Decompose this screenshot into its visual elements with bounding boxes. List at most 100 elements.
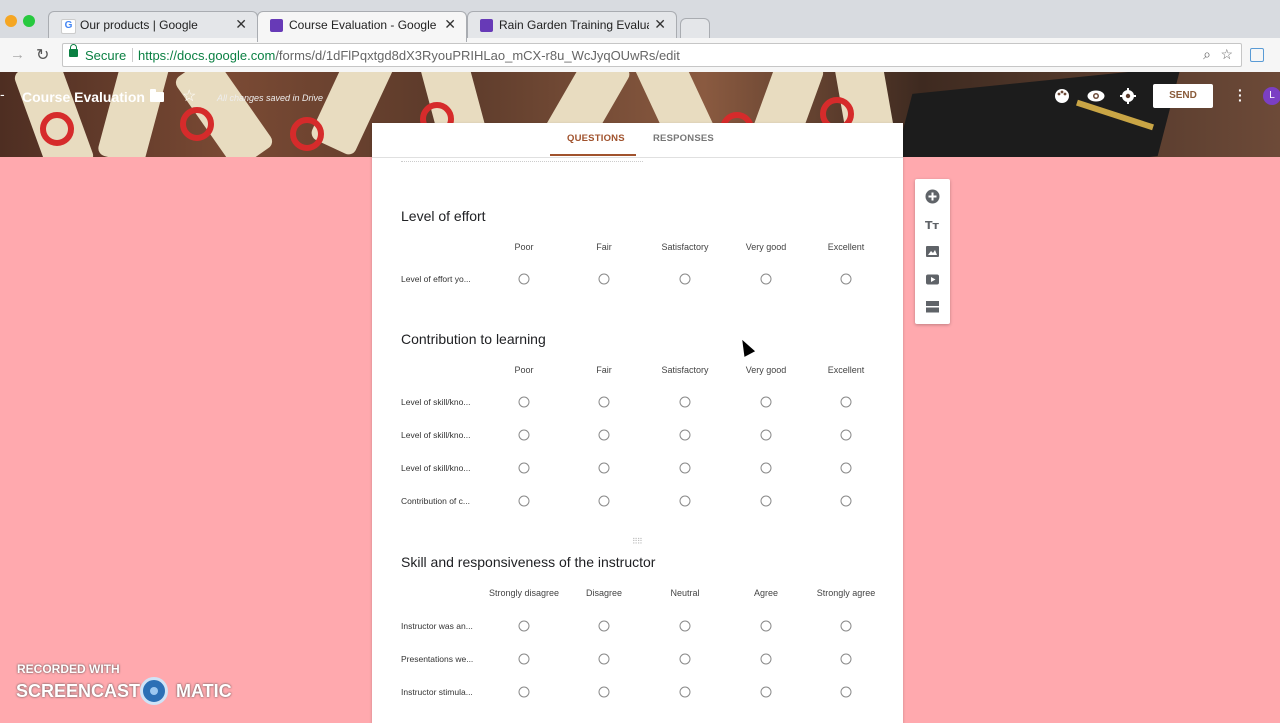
secure-label: Secure <box>85 48 127 63</box>
form-title[interactable]: Course Evaluation <box>22 89 145 105</box>
radio-option[interactable] <box>598 462 610 474</box>
column-header: Excellent <box>827 242 865 252</box>
close-tab-icon[interactable]: ✕ <box>654 16 666 33</box>
row-label: Level of skill/kno... <box>401 397 471 407</box>
reload-icon[interactable]: ↻ <box>36 45 49 65</box>
column-header: Very good <box>745 365 787 375</box>
url-input[interactable]: Secure https://docs.google.com/forms/d/1… <box>62 43 1242 67</box>
radio-option[interactable] <box>840 495 852 507</box>
radio-option[interactable] <box>679 653 691 665</box>
radio-option[interactable] <box>679 273 691 285</box>
maximize-window-button[interactable] <box>23 15 35 27</box>
row-label: Level of skill/kno... <box>401 463 471 473</box>
add-title-icon[interactable]: Tт <box>925 217 940 232</box>
minimize-window-button[interactable] <box>5 15 17 27</box>
extension-icon[interactable] <box>1250 48 1264 62</box>
radio-option[interactable] <box>760 620 772 632</box>
radio-option[interactable] <box>679 686 691 698</box>
radio-option[interactable] <box>518 620 530 632</box>
radio-option[interactable] <box>760 396 772 408</box>
radio-option[interactable] <box>598 653 610 665</box>
watermark-recorded-with: RECORDED WITH <box>17 662 120 676</box>
url-separator <box>132 48 133 62</box>
add-image-icon[interactable] <box>925 244 940 259</box>
column-header: Fair <box>596 242 612 252</box>
forms-favicon-icon <box>270 19 283 32</box>
question-title[interactable]: Level of effort <box>401 208 486 224</box>
radio-option[interactable] <box>518 462 530 474</box>
radio-option[interactable] <box>760 686 772 698</box>
column-header: Strongly disagree <box>488 588 560 598</box>
radio-option[interactable] <box>518 495 530 507</box>
bookmark-star-icon[interactable]: ☆ <box>1220 46 1233 63</box>
radio-option[interactable] <box>840 462 852 474</box>
close-tab-icon[interactable]: ✕ <box>235 16 247 33</box>
radio-option[interactable] <box>679 396 691 408</box>
question-title[interactable]: Skill and responsiveness of the instruct… <box>401 554 655 570</box>
radio-option[interactable] <box>840 620 852 632</box>
radio-option[interactable] <box>598 273 610 285</box>
more-vert-icon[interactable]: · · · <box>1238 83 1243 107</box>
radio-option[interactable] <box>518 429 530 441</box>
screencast-logo-icon <box>140 677 168 705</box>
divider <box>401 161 643 162</box>
palette-icon[interactable] <box>1054 88 1070 104</box>
radio-option[interactable] <box>840 429 852 441</box>
url-text: https://docs.google.com/forms/d/1dFlPqxt… <box>138 48 680 63</box>
star-icon[interactable]: ☆ <box>182 86 196 106</box>
forward-arrow-icon[interactable]: → <box>10 46 25 63</box>
radio-option[interactable] <box>598 686 610 698</box>
drag-handle-icon[interactable]: ⠿⠿ <box>632 537 643 546</box>
zoom-search-icon[interactable]: ⌕ <box>1203 46 1211 63</box>
settings-gear-icon[interactable] <box>1120 88 1136 104</box>
watermark-brand-right: MATIC <box>176 681 232 701</box>
radio-option[interactable] <box>760 653 772 665</box>
radio-option[interactable] <box>840 396 852 408</box>
radio-option[interactable] <box>518 653 530 665</box>
add-section-icon[interactable] <box>925 299 940 314</box>
tab-title: Our products | Google <box>80 18 198 32</box>
send-button[interactable]: SEND <box>1153 84 1213 108</box>
radio-option[interactable] <box>598 396 610 408</box>
radio-option[interactable] <box>598 429 610 441</box>
close-tab-icon[interactable]: ✕ <box>444 16 456 33</box>
radio-option[interactable] <box>679 495 691 507</box>
radio-option[interactable] <box>518 396 530 408</box>
radio-option[interactable] <box>760 462 772 474</box>
radio-option[interactable] <box>679 429 691 441</box>
radio-option[interactable] <box>598 495 610 507</box>
folder-icon[interactable] <box>150 89 164 102</box>
add-question-icon[interactable] <box>925 189 940 204</box>
radio-option[interactable] <box>760 429 772 441</box>
radio-option[interactable] <box>679 462 691 474</box>
column-header: Disagree <box>585 588 623 598</box>
add-video-icon[interactable] <box>925 272 940 287</box>
column-header: Poor <box>514 242 534 252</box>
radio-option[interactable] <box>598 620 610 632</box>
new-tab-button[interactable] <box>680 18 710 38</box>
tab-active-indicator <box>550 154 636 156</box>
avatar[interactable]: L <box>1263 87 1280 105</box>
preview-eye-icon[interactable] <box>1087 90 1105 102</box>
browser-address-bar: → ↻ Secure https://docs.google.com/forms… <box>0 38 1280 73</box>
row-label: Instructor stimula... <box>401 687 473 697</box>
radio-option[interactable] <box>840 686 852 698</box>
radio-option[interactable] <box>840 273 852 285</box>
question-title[interactable]: Contribution to learning <box>401 331 546 347</box>
radio-option[interactable] <box>760 273 772 285</box>
column-header: Very good <box>745 242 787 252</box>
google-favicon-icon: G <box>61 19 76 34</box>
radio-option[interactable] <box>518 686 530 698</box>
tab-responses[interactable]: RESPONSES <box>653 133 714 144</box>
browser-tab-course-evaluation[interactable]: Course Evaluation - Google Fo ✕ <box>257 11 467 42</box>
tab-questions[interactable]: QUESTIONS <box>567 133 625 144</box>
browser-tab-rain-garden[interactable]: Rain Garden Training Evaluatio ✕ <box>467 11 677 40</box>
radio-option[interactable] <box>760 495 772 507</box>
radio-option[interactable] <box>518 273 530 285</box>
back-arrow-icon[interactable]: - <box>0 86 5 102</box>
row-label: Contribution of c... <box>401 496 470 506</box>
browser-tab-our-products[interactable]: G Our products | Google ✕ <box>48 11 258 40</box>
form-card: QUESTIONS RESPONSES Level of effort Poor… <box>372 123 903 723</box>
radio-option[interactable] <box>679 620 691 632</box>
radio-option[interactable] <box>840 653 852 665</box>
